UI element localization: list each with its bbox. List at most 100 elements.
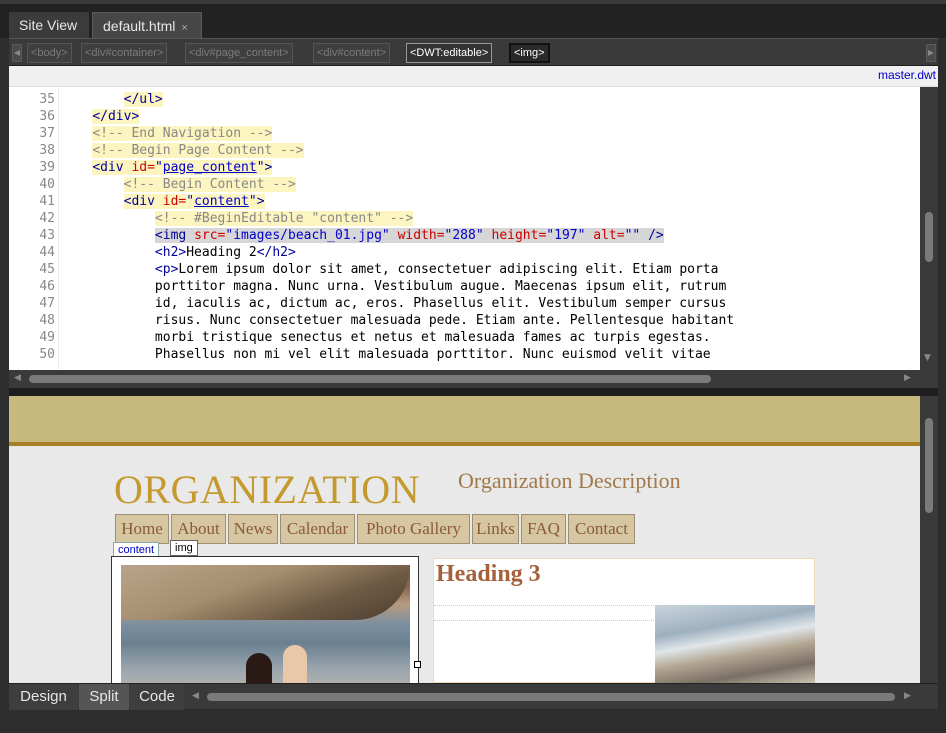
nav-photo-gallery[interactable]: Photo Gallery [357,514,470,544]
code-line[interactable]: 41 <div id="content"> [9,193,919,210]
header-band [9,396,921,446]
image-child-1 [246,653,272,683]
line-number: 35 [39,92,55,107]
code-line[interactable]: 50 Phasellus non mi vel elit malesuada p… [9,346,919,363]
tag-body[interactable]: <body> [27,43,72,63]
code-text: morbi tristique senectus et netus et mal… [154,330,711,345]
org-description: Organization Description [458,468,681,493]
line-number: 37 [39,126,55,141]
code-text: <!-- #BeginEditable "content" --> [154,211,414,226]
code-text: id, iaculis ac, dictum ac, eros. Phasell… [154,296,727,311]
code-line[interactable]: 43 <img src="images/beach_01.jpg" width=… [9,227,919,244]
line-number: 49 [39,330,55,345]
tag-div-page-content[interactable]: <div#page_content> [185,43,293,63]
tab-label: Site View [19,17,78,33]
code-line[interactable]: 49 morbi tristique senectus et netus et … [9,329,919,346]
nav-calendar[interactable]: Calendar [280,514,355,544]
scroll-thumb[interactable] [925,212,933,262]
split-view-button[interactable]: Split [79,684,129,710]
sidebar-content-box: Heading 3 [433,558,815,683]
design-view[interactable]: ORGANIZATION Organization Description Ho… [9,396,921,683]
scroll-right-icon[interactable]: ▶ [904,373,911,383]
nav-contact[interactable]: Contact [568,514,635,544]
code-vertical-scrollbar[interactable]: ▼ [920,87,938,370]
tag-dwt-editable[interactable]: <DWT:editable> [406,43,493,63]
code-view-button[interactable]: Code [130,684,184,710]
line-number: 39 [39,160,55,175]
code-line[interactable]: 47 id, iaculis ac, dictum ac, eros. Phas… [9,295,919,312]
scroll-thumb[interactable] [29,375,711,383]
template-link[interactable]: master.dwt [878,68,936,82]
nav-news[interactable]: News [228,514,278,544]
selection-label[interactable]: img [170,540,198,556]
scroll-right-icon[interactable]: ▶ [904,691,911,701]
right-arrow-icon[interactable]: ▶ [926,44,936,62]
tag-img[interactable]: <img> [509,43,550,63]
nav-home[interactable]: Home [115,514,169,544]
code-line[interactable]: 46 porttitor magna. Nunc urna. Vestibulu… [9,278,919,295]
dotted-placeholder [434,605,654,621]
line-number: 48 [39,313,55,328]
resize-handle[interactable] [414,661,421,668]
line-number: 38 [39,143,55,158]
editor-window: Site View default.html × ◀ <body> <div#co… [0,0,946,733]
line-number: 44 [39,245,55,260]
line-number: 50 [39,347,55,362]
split-divider[interactable] [9,388,938,396]
code-text: Phasellus non mi vel elit malesuada port… [154,347,711,362]
code-line[interactable]: 40 <!-- Begin Content --> [9,176,919,193]
code-line[interactable]: 39 <div id="page_content"> [9,159,919,176]
line-number: 46 [39,279,55,294]
code-line[interactable]: 37 <!-- End Navigation --> [9,125,919,142]
beach-image[interactable] [121,565,410,683]
line-number: 47 [39,296,55,311]
tag-div-content[interactable]: <div#content> [313,43,391,63]
code-view[interactable]: 35 </ul> 36 </div> 37 <!-- End Navigation … [9,87,938,370]
code-text: <div id="page_content"> [92,160,273,175]
template-info-bar: master.dwt [9,66,938,87]
line-number: 45 [39,262,55,277]
design-view-button[interactable]: Design [9,684,78,710]
close-icon[interactable]: × [181,22,187,34]
scroll-left-icon[interactable]: ◀ [192,691,199,701]
code-text: <img src="images/beach_01.jpg" width="28… [154,228,664,243]
code-line[interactable]: 48 risus. Nunc consectetuer malesuada pe… [9,312,919,329]
code-text: <h2>Heading 2</h2> [154,245,296,260]
surf-image[interactable] [655,605,815,683]
line-number: 43 [39,228,55,243]
code-text: <!-- Begin Page Content --> [92,143,304,158]
code-text: <!-- End Navigation --> [92,126,273,141]
view-switcher-bar: Design Split Code ◀ ▶ [9,683,938,710]
tab-label: default.html [103,18,176,34]
selected-image-frame[interactable] [111,556,419,683]
code-line[interactable]: 38 <!-- Begin Page Content --> [9,142,919,159]
code-horizontal-scrollbar[interactable]: ◀ ▶ [9,370,938,388]
nav-links[interactable]: Links [472,514,519,544]
code-text: <p>Lorem ipsum dolor sit amet, consectet… [154,262,719,277]
code-line[interactable]: 42 <!-- #BeginEditable "content" --> [9,210,919,227]
code-line[interactable]: 36 </div> [9,108,919,125]
code-text: </div> [92,109,140,124]
code-line[interactable]: 45 <p>Lorem ipsum dolor sit amet, consec… [9,261,919,278]
scroll-left-icon[interactable]: ◀ [14,373,21,383]
line-number: 41 [39,194,55,209]
code-text: <!-- Begin Content --> [123,177,296,192]
org-name: ORGANIZATION [114,467,420,512]
tag-div-container[interactable]: <div#container> [81,43,168,63]
heading-3: Heading 3 [436,561,541,587]
code-line[interactable]: 35 </ul> [9,91,919,108]
scroll-thumb[interactable] [207,693,895,701]
image-hill [121,565,410,620]
code-text: <div id="content"> [123,194,265,209]
design-horizontal-scrollbar[interactable]: ◀ ▶ [189,688,919,706]
scroll-thumb[interactable] [925,418,933,513]
code-text: risus. Nunc consectetuer malesuada pede.… [154,313,735,328]
code-line[interactable]: 44 <h2>Heading 2</h2> [9,244,919,261]
design-vertical-scrollbar[interactable] [920,396,938,683]
document-tabs: Site View default.html × [0,0,946,42]
scroll-down-icon[interactable]: ▼ [924,353,931,363]
tag-selector-bar: ◀ <body> <div#container> <div#page_conte… [9,38,938,66]
nav-faq[interactable]: FAQ [521,514,566,544]
left-arrow-icon[interactable]: ◀ [12,44,22,62]
line-number: 42 [39,211,55,226]
